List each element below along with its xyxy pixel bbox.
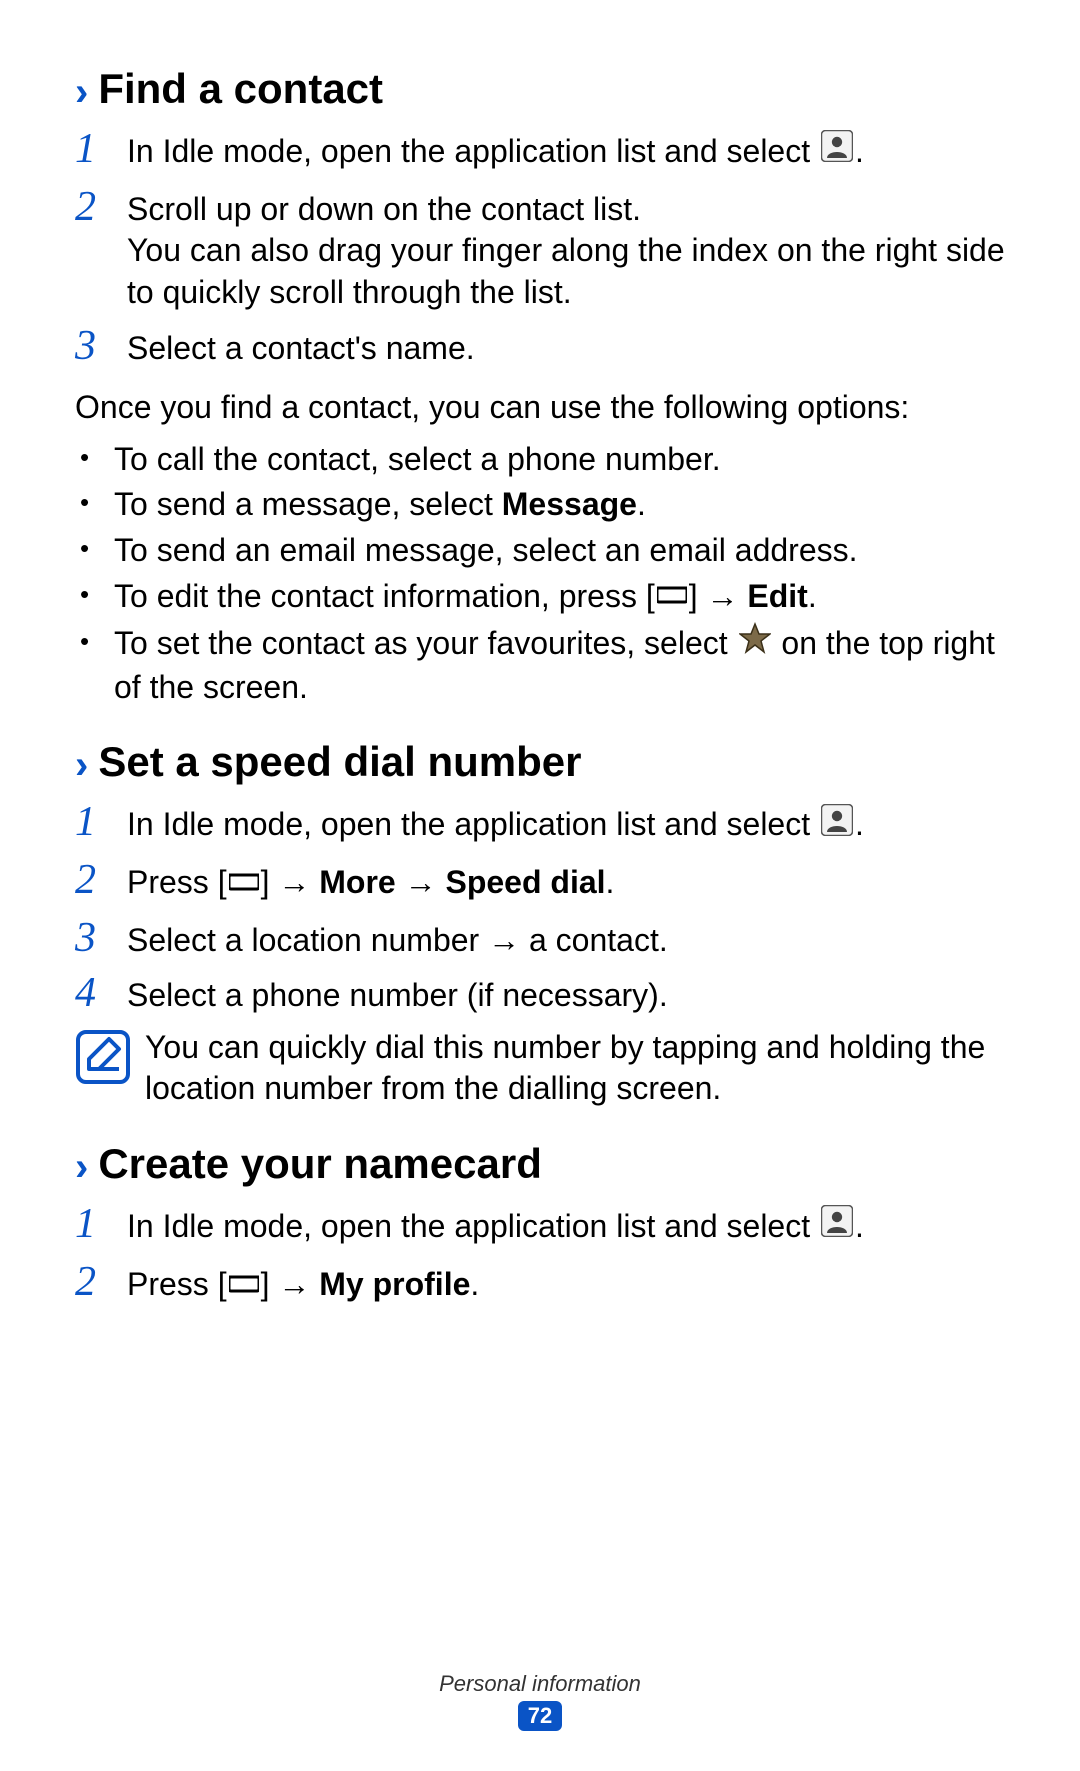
- step-item: 3 Select a contact's name.: [75, 324, 1005, 370]
- step-text: In Idle mode, open the application list …: [127, 127, 864, 175]
- step-text: Press [] → My profile.: [127, 1260, 479, 1307]
- footer-label: Personal information: [0, 1671, 1080, 1697]
- step-number: 3: [75, 324, 127, 368]
- step-item: 2 Press [] → My profile.: [75, 1260, 1005, 1307]
- step-number: 4: [75, 971, 127, 1015]
- section-title: Find a contact: [98, 65, 383, 113]
- contacts-icon: [821, 1205, 853, 1248]
- step-item: 2 Press [] → More → Speed dial.: [75, 858, 1005, 905]
- chevron-icon: ›: [75, 72, 88, 112]
- step-item: 1 In Idle mode, open the application lis…: [75, 127, 1005, 175]
- bullet-text: To send an email message, select an emai…: [114, 530, 1005, 572]
- step-number: 2: [75, 185, 127, 229]
- step-text: Select a phone number (if necessary).: [127, 971, 668, 1017]
- bullet-dot: •: [80, 530, 114, 568]
- step-number: 1: [75, 1202, 127, 1246]
- note-icon: [75, 1029, 131, 1085]
- bullet-text: To set the contact as your favourites, s…: [114, 623, 1005, 708]
- bullet-item: • To set the contact as your favourites,…: [80, 623, 1005, 708]
- section-title: Set a speed dial number: [98, 738, 581, 786]
- bullet-dot: •: [80, 623, 114, 661]
- page-number-badge: 72: [518, 1701, 562, 1731]
- step-text: Select a contact's name.: [127, 324, 475, 370]
- step-text: Scroll up or down on the contact list. Y…: [127, 185, 1005, 314]
- page-footer: Personal information 72: [0, 1671, 1080, 1731]
- paragraph: Once you find a contact, you can use the…: [75, 387, 1005, 429]
- menu-icon: [657, 575, 687, 617]
- manual-page: › Find a contact 1 In Idle mode, open th…: [0, 0, 1080, 1771]
- note-text: You can quickly dial this number by tapp…: [145, 1027, 1005, 1110]
- bullet-item: • To call the contact, select a phone nu…: [80, 439, 1005, 481]
- section-title: Create your namecard: [98, 1140, 542, 1188]
- steps-list: 1 In Idle mode, open the application lis…: [75, 127, 1005, 369]
- bullet-text: To edit the contact information, press […: [114, 576, 1005, 619]
- step-text: In Idle mode, open the application list …: [127, 800, 864, 848]
- steps-list: 1 In Idle mode, open the application lis…: [75, 800, 1005, 1016]
- bullet-item: • To edit the contact information, press…: [80, 576, 1005, 619]
- step-item: 2 Scroll up or down on the contact list.…: [75, 185, 1005, 314]
- contacts-icon: [821, 804, 853, 847]
- chevron-icon: ›: [75, 1147, 88, 1187]
- step-number: 2: [75, 1260, 127, 1304]
- step-item: 1 In Idle mode, open the application lis…: [75, 800, 1005, 848]
- section-heading-speed-dial: › Set a speed dial number: [75, 738, 1005, 786]
- step-item: 4 Select a phone number (if necessary).: [75, 971, 1005, 1017]
- bullet-list: • To call the contact, select a phone nu…: [80, 439, 1005, 709]
- step-number: 1: [75, 800, 127, 844]
- bullet-dot: •: [80, 484, 114, 522]
- contacts-icon: [821, 130, 853, 173]
- step-number: 2: [75, 858, 127, 902]
- step-text: Select a location number → a contact.: [127, 916, 668, 962]
- bullet-text: To call the contact, select a phone numb…: [114, 439, 1005, 481]
- step-item: 1 In Idle mode, open the application lis…: [75, 1202, 1005, 1250]
- menu-icon: [229, 1264, 259, 1306]
- step-number: 1: [75, 127, 127, 171]
- menu-icon: [229, 862, 259, 904]
- step-item: 3 Select a location number → a contact.: [75, 916, 1005, 962]
- star-icon: [739, 622, 771, 665]
- section-heading-namecard: › Create your namecard: [75, 1140, 1005, 1188]
- bullet-text: To send a message, select Message.: [114, 484, 1005, 526]
- step-text: In Idle mode, open the application list …: [127, 1202, 864, 1250]
- bullet-dot: •: [80, 439, 114, 477]
- bullet-item: • To send an email message, select an em…: [80, 530, 1005, 572]
- steps-list: 1 In Idle mode, open the application lis…: [75, 1202, 1005, 1307]
- step-number: 3: [75, 916, 127, 960]
- step-text: Press [] → More → Speed dial.: [127, 858, 614, 905]
- chevron-icon: ›: [75, 745, 88, 785]
- note-block: You can quickly dial this number by tapp…: [75, 1027, 1005, 1110]
- bullet-item: • To send a message, select Message.: [80, 484, 1005, 526]
- bullet-dot: •: [80, 576, 114, 614]
- section-heading-find-contact: › Find a contact: [75, 65, 1005, 113]
